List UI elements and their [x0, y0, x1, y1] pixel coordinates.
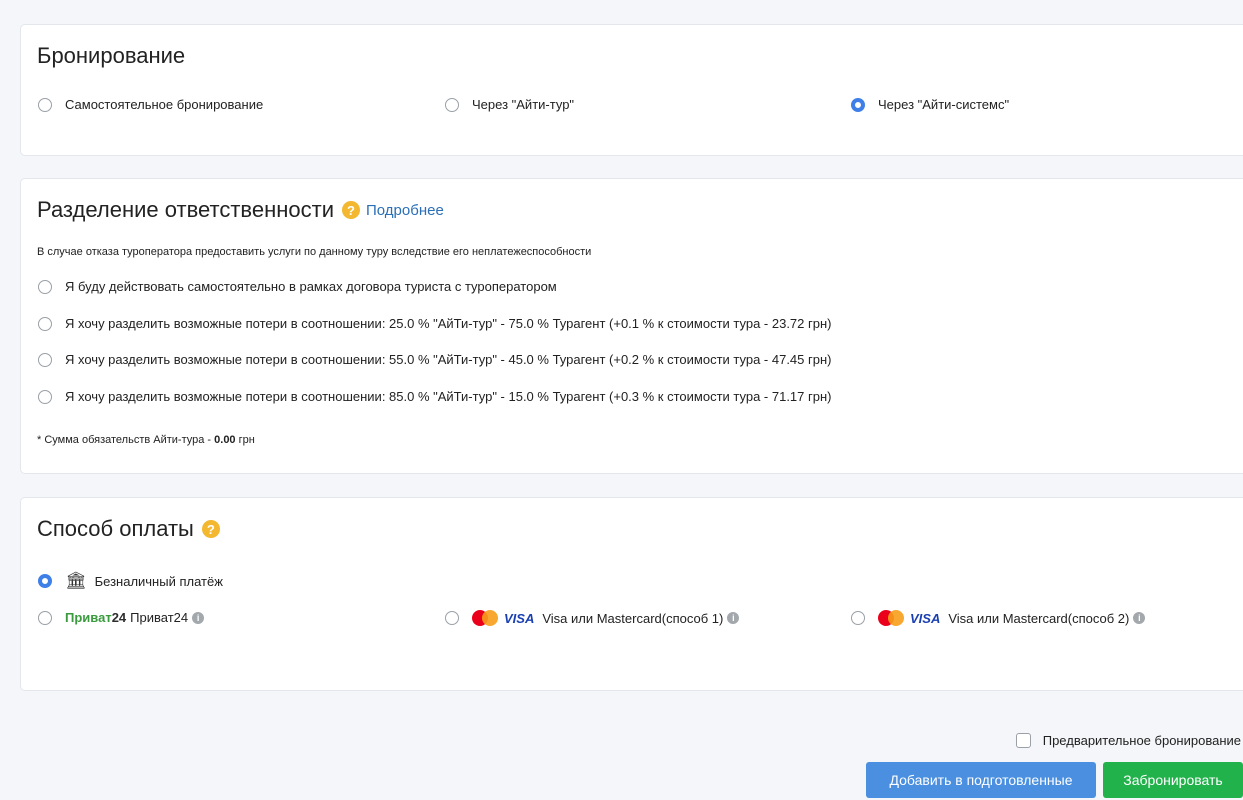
- responsibility-description: В случае отказа туроператора предоставит…: [37, 246, 592, 258]
- radio-button[interactable]: [445, 97, 459, 112]
- option-label: Безналичный платёж: [94, 573, 223, 589]
- obligations-note: * Сумма обязательств Айти-тура - 0.00 гр…: [37, 434, 255, 446]
- radio-button[interactable]: [38, 389, 52, 404]
- info-icon[interactable]: i: [727, 612, 740, 624]
- visa-icon: VISA: [910, 610, 941, 626]
- option-label: Я хочу разделить возможные потери в соот…: [65, 352, 832, 367]
- more-link[interactable]: Подробнее: [366, 202, 444, 219]
- responsibility-heading: Разделение ответственности ? Подробнее: [37, 197, 444, 223]
- visa-icon: VISA: [504, 610, 535, 626]
- payment-heading: Способ оплаты ?: [37, 516, 220, 542]
- radio-button[interactable]: [38, 610, 52, 625]
- radio-button[interactable]: [38, 352, 52, 367]
- radio-button-selected[interactable]: [851, 97, 865, 112]
- responsibility-option-2[interactable]: Я хочу разделить возможные потери в соот…: [38, 352, 832, 367]
- preliminary-booking-label: Предварительное бронирование: [1042, 733, 1241, 748]
- option-label: Я буду действовать самостоятельно в рамк…: [65, 279, 557, 294]
- option-label: Приват24: [130, 610, 189, 625]
- booking-option-aititur[interactable]: Через "Айти-тур": [445, 97, 574, 112]
- radio-button[interactable]: [38, 316, 52, 331]
- responsibility-option-0[interactable]: Я буду действовать самостоятельно в рамк…: [38, 279, 557, 294]
- note-suffix: грн: [235, 434, 255, 446]
- booking-card: Бронирование Самостоятельное бронировани…: [20, 24, 1243, 156]
- option-label: Visa или Mastercard(способ 2): [948, 610, 1130, 626]
- add-to-prepared-button[interactable]: Добавить в подготовленные: [866, 762, 1096, 798]
- bank-icon: 🏛: [65, 571, 87, 590]
- radio-button[interactable]: [851, 611, 865, 625]
- option-label: Через "Айти-системс": [878, 97, 1010, 112]
- booking-option-self[interactable]: Самостоятельное бронирование: [38, 97, 263, 112]
- radio-button-selected[interactable]: [38, 574, 52, 588]
- payment-title: Способ оплаты: [37, 516, 194, 541]
- payment-option-card1[interactable]: VISA Visa или Mastercard(способ 1) i: [445, 610, 740, 626]
- mastercard-icon: [472, 610, 500, 626]
- radio-button[interactable]: [38, 279, 52, 294]
- payment-option-privat24[interactable]: Приват 24 Приват24 i: [38, 610, 205, 625]
- payment-option-card2[interactable]: VISA Visa или Mastercard(способ 2) i: [851, 610, 1146, 626]
- option-label: Через "Айти-тур": [472, 97, 575, 112]
- book-button[interactable]: Забронировать: [1103, 762, 1243, 798]
- option-label: Самостоятельное бронирование: [65, 97, 264, 112]
- booking-title: Бронирование: [37, 43, 186, 68]
- payment-card: Способ оплаты ? 🏛 Безналичный платёж При…: [20, 497, 1243, 691]
- payment-option-cashless[interactable]: 🏛 Безналичный платёж: [38, 571, 223, 591]
- privat24-logo-icon: Приват 24: [65, 610, 127, 625]
- option-label: Я хочу разделить возможные потери в соот…: [65, 316, 832, 331]
- mastercard-icon: [878, 610, 906, 626]
- info-icon[interactable]: i: [1133, 612, 1146, 624]
- note-amount: 0.00: [214, 434, 236, 446]
- note-prefix: * Сумма обязательств Айти-тура -: [37, 434, 215, 446]
- help-icon[interactable]: ?: [201, 520, 220, 538]
- help-icon[interactable]: ?: [342, 201, 360, 219]
- responsibility-option-3[interactable]: Я хочу разделить возможные потери в соот…: [38, 389, 832, 404]
- radio-button[interactable]: [38, 97, 52, 112]
- responsibility-option-1[interactable]: Я хочу разделить возможные потери в соот…: [38, 316, 832, 331]
- radio-button[interactable]: [445, 611, 459, 625]
- responsibility-title: Разделение ответственности: [37, 197, 334, 222]
- responsibility-card: Разделение ответственности ? Подробнее В…: [20, 178, 1243, 474]
- option-label: Visa или Mastercard(способ 1): [542, 610, 724, 626]
- booking-option-aitisystems[interactable]: Через "Айти-системс": [851, 97, 1009, 112]
- preliminary-booking-checkbox[interactable]: [1015, 733, 1031, 748]
- info-icon[interactable]: i: [192, 611, 205, 624]
- preliminary-booking-row[interactable]: Предварительное бронирование: [1015, 733, 1241, 748]
- option-label: Я хочу разделить возможные потери в соот…: [65, 389, 832, 404]
